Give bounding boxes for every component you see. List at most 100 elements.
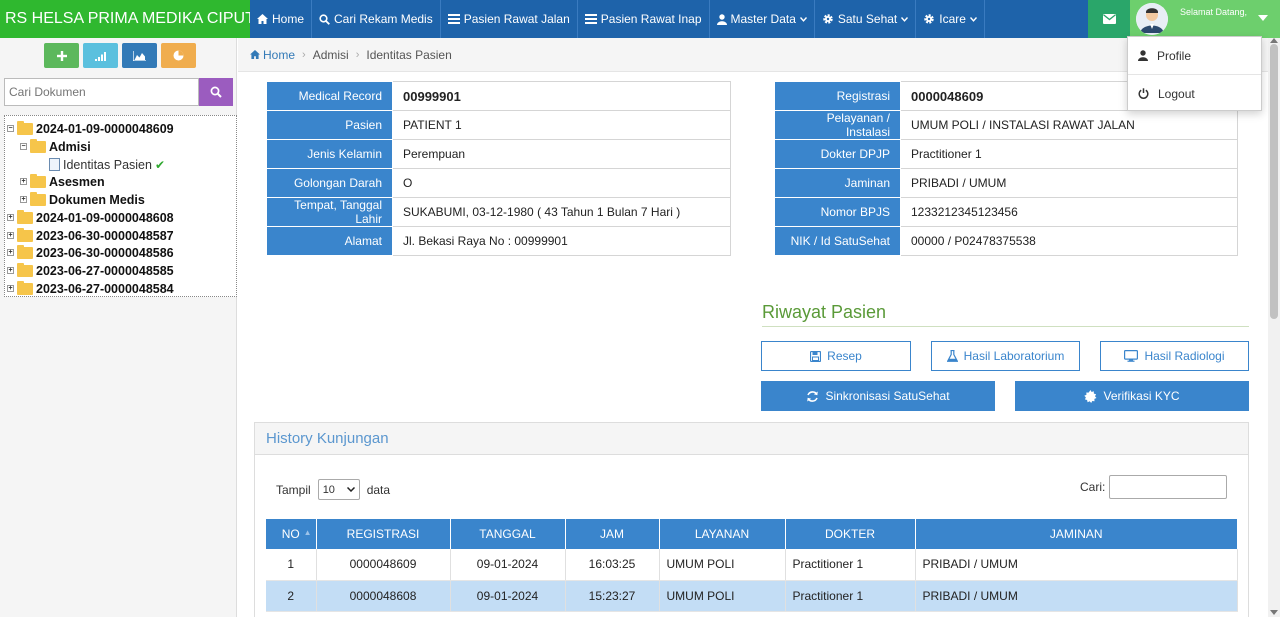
page-length-select[interactable]: 10 bbox=[317, 479, 360, 500]
menu-item-profile[interactable]: Profile bbox=[1128, 37, 1261, 74]
info-label: Medical Record bbox=[266, 81, 393, 111]
info-row: Pelayanan / Instalasi UMUM POLI / INSTALA… bbox=[774, 110, 1238, 140]
info-value: Jl. Bekasi Raya No : 00999901 bbox=[392, 226, 731, 256]
check-icon: ✔ bbox=[154, 157, 166, 172]
table-search: Cari: bbox=[1080, 475, 1228, 499]
expand-icon[interactable]: + bbox=[7, 214, 14, 221]
col-header-jaminan[interactable]: JAMINAN bbox=[915, 519, 1238, 549]
tree-node-visit[interactable]: + 2023-06-30-0000048587 bbox=[7, 227, 174, 244]
col-header-layanan[interactable]: LAYANAN bbox=[659, 519, 786, 549]
radiologi-label: Hasil Radiologi bbox=[1144, 349, 1225, 363]
flask-icon bbox=[946, 350, 958, 362]
kyc-label: Verifikasi KYC bbox=[1103, 389, 1180, 403]
breadcrumb-home[interactable]: Home bbox=[250, 48, 295, 62]
table-row[interactable]: 2 0000048608 09-01-2024 15:23:27 UMUM PO… bbox=[266, 580, 1238, 612]
document-search-input[interactable] bbox=[4, 78, 199, 106]
breadcrumb: Home › Admisi › Identitas Pasien bbox=[238, 38, 1268, 72]
list-icon bbox=[584, 14, 597, 24]
collapse-icon[interactable]: − bbox=[7, 125, 14, 132]
chevron-down-icon bbox=[799, 16, 807, 22]
tree-node-dokumen-medis[interactable]: + Dokumen Medis bbox=[20, 191, 145, 208]
table-row[interactable]: 1 0000048609 09-01-2024 16:03:25 UMUM PO… bbox=[266, 549, 1238, 581]
document-search-button[interactable] bbox=[199, 78, 233, 106]
tree-node-visit[interactable]: + 2023-06-27-0000048584 bbox=[7, 280, 174, 297]
scroll-up-arrow-icon[interactable] bbox=[1270, 38, 1278, 43]
collapse-icon[interactable]: − bbox=[20, 143, 27, 150]
avatar bbox=[1136, 3, 1168, 35]
tree-node-visit[interactable]: + 2024-01-09-0000048608 bbox=[7, 209, 174, 226]
tree-node-admisi[interactable]: − Admisi bbox=[20, 138, 91, 155]
expand-icon[interactable]: + bbox=[7, 249, 14, 256]
nav-pasien-rawat-inap[interactable]: Pasien Rawat Inap bbox=[578, 0, 710, 38]
cell-registrasi: 0000048608 bbox=[316, 580, 451, 612]
verifikasi-kyc-button[interactable]: Verifikasi KYC bbox=[1015, 381, 1249, 411]
tree-node-visit[interactable]: − 2024-01-09-0000048609 bbox=[7, 120, 174, 137]
resep-button[interactable]: Resep bbox=[761, 341, 911, 371]
folder-icon bbox=[17, 280, 33, 295]
breadcrumb-current: Identitas Pasien bbox=[366, 47, 452, 62]
col-header-jam[interactable]: JAM bbox=[565, 519, 660, 549]
gear-icon bbox=[924, 14, 934, 24]
monitor-icon bbox=[1124, 350, 1139, 362]
info-value: SUKABUMI, 03-12-1980 ( 43 Tahun 1 Bulan … bbox=[392, 197, 731, 227]
tree-node-asesmen[interactable]: + Asesmen bbox=[20, 173, 105, 190]
history-kunjungan-panel: History Kunjungan Tampil 10 data Cari: N… bbox=[254, 422, 1249, 617]
hasil-laboratorium-button[interactable]: Hasil Laboratorium bbox=[931, 341, 1080, 371]
expand-icon[interactable]: + bbox=[7, 232, 14, 239]
sinkron-label: Sinkronisasi SatuSehat bbox=[825, 389, 950, 403]
tree-node-identitas-pasien[interactable]: Identitas Pasien ✔ bbox=[49, 156, 165, 173]
col-header-dokter[interactable]: DOKTER bbox=[785, 519, 916, 549]
tree-node-visit[interactable]: + 2023-06-27-0000048585 bbox=[7, 262, 174, 279]
nav-home-label: Home bbox=[272, 12, 305, 26]
menu-item-logout[interactable]: Logout bbox=[1128, 75, 1261, 112]
expand-icon[interactable]: + bbox=[7, 267, 14, 274]
scroll-down-arrow-icon[interactable] bbox=[1270, 610, 1278, 615]
tree-node-label: Admisi bbox=[49, 139, 91, 154]
info-value: 00999901 bbox=[392, 81, 731, 111]
info-value: Perempuan bbox=[392, 139, 731, 169]
nav-icare[interactable]: Icare bbox=[916, 0, 985, 38]
info-value: PATIENT 1 bbox=[392, 110, 731, 140]
nav-pasien-rawat-jalan[interactable]: Pasien Rawat Jalan bbox=[441, 0, 578, 38]
info-row: Jenis Kelamin Perempuan bbox=[266, 139, 731, 169]
resep-label: Resep bbox=[827, 349, 862, 363]
expand-icon[interactable]: + bbox=[20, 178, 27, 185]
nav-master-data[interactable]: Master Data bbox=[710, 0, 815, 38]
area-chart-button[interactable] bbox=[122, 43, 157, 68]
history-table: NO ▲ REGISTRASI TANGGAL JAM LAYANAN DOKTE… bbox=[266, 519, 1238, 612]
brand-title[interactable]: RS HELSA PRIMA MEDIKA CIPUTAT bbox=[0, 0, 250, 38]
hasil-radiologi-button[interactable]: Hasil Radiologi bbox=[1100, 341, 1249, 371]
folder-icon bbox=[17, 244, 33, 259]
page-scrollbar[interactable] bbox=[1268, 38, 1280, 617]
info-label: Registrasi bbox=[774, 81, 901, 111]
folder-icon bbox=[17, 262, 33, 277]
tree-node-label: 2024-01-09-0000048609 bbox=[36, 121, 174, 136]
col-header-registrasi[interactable]: REGISTRASI bbox=[316, 519, 451, 549]
signal-button[interactable] bbox=[83, 43, 118, 68]
user-menu-toggle[interactable]: Selamat Datang, bbox=[1130, 0, 1280, 38]
add-button[interactable] bbox=[44, 43, 79, 68]
messages-button[interactable] bbox=[1088, 0, 1130, 38]
expand-icon[interactable]: + bbox=[20, 196, 27, 203]
plus-icon bbox=[56, 50, 67, 61]
page-length-control: Tampil 10 data bbox=[276, 479, 390, 500]
table-search-input[interactable] bbox=[1109, 475, 1228, 499]
info-value: O bbox=[392, 168, 731, 198]
user-icon bbox=[716, 13, 727, 25]
breadcrumb-admisi[interactable]: Admisi bbox=[313, 48, 349, 62]
scrollbar-thumb[interactable] bbox=[1270, 44, 1278, 319]
expand-icon[interactable]: + bbox=[7, 285, 14, 292]
col-header-no[interactable]: NO ▲ bbox=[266, 519, 317, 549]
info-label: Nomor BPJS bbox=[774, 197, 901, 227]
tree-node-visit[interactable]: + 2023-06-30-0000048586 bbox=[7, 244, 174, 261]
folder-icon bbox=[30, 138, 46, 153]
nav-home[interactable]: Home bbox=[250, 0, 313, 38]
sinkronisasi-satusehat-button[interactable]: Sinkronisasi SatuSehat bbox=[761, 381, 995, 411]
col-header-label: NO bbox=[281, 527, 300, 541]
col-header-tanggal[interactable]: TANGGAL bbox=[450, 519, 566, 549]
cell-layanan: UMUM POLI bbox=[659, 580, 786, 612]
nav-satu-sehat[interactable]: Satu Sehat bbox=[815, 0, 917, 38]
pie-chart-button[interactable] bbox=[161, 43, 196, 68]
nav-cari-rekam-medis[interactable]: Cari Rekam Medis bbox=[312, 0, 441, 38]
user-avatar-icon bbox=[1136, 3, 1168, 35]
